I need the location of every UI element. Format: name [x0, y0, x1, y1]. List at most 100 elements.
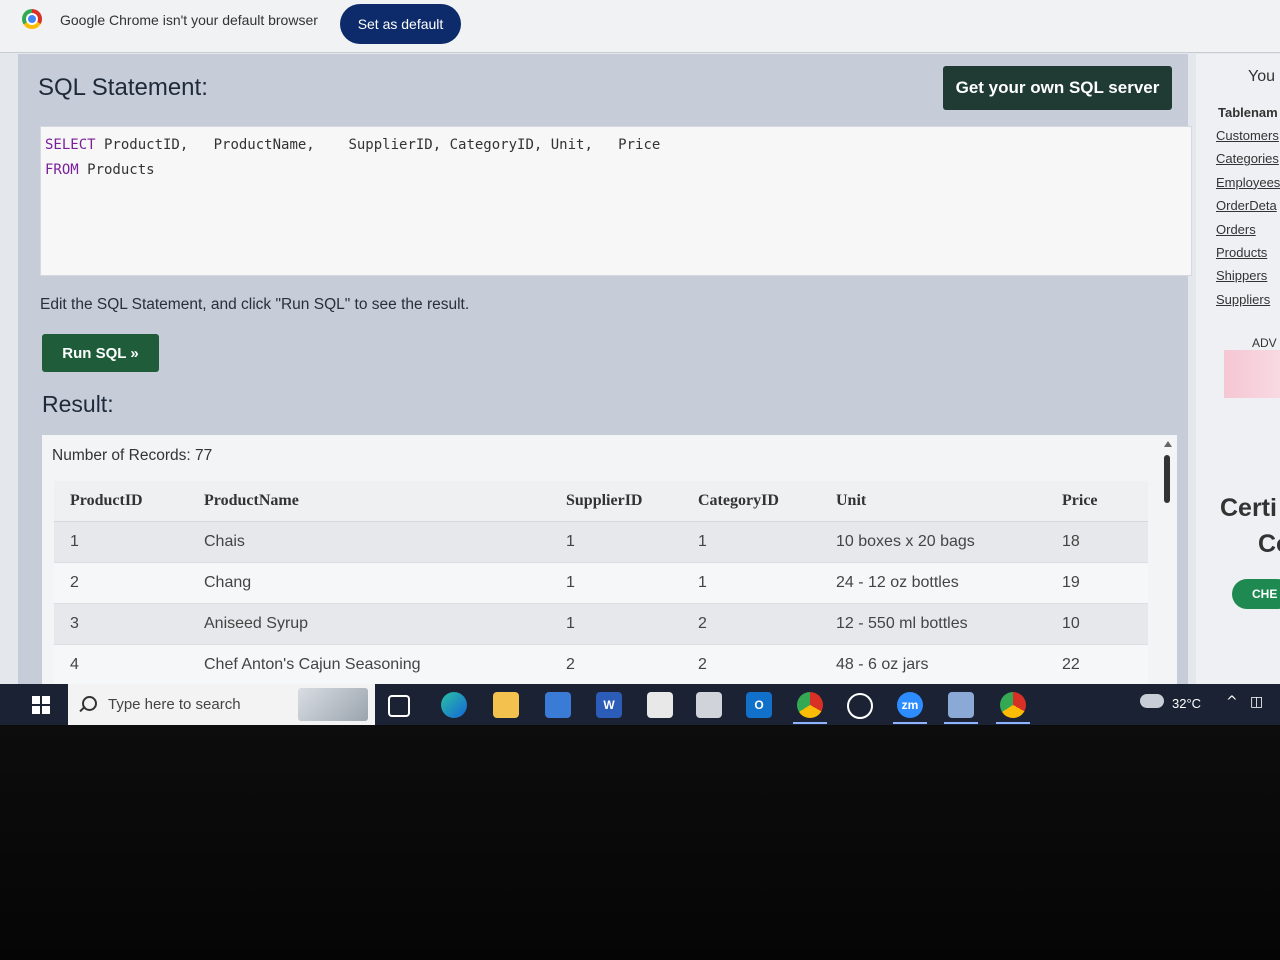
run-sql-button[interactable]: Run SQL »	[42, 334, 159, 372]
cell-productname: Aniseed Syrup	[188, 603, 550, 645]
cell-unit: 10 boxes x 20 bags	[820, 521, 1046, 563]
cell-supplierid: 1	[550, 562, 682, 604]
sql-keyword-select: SELECT	[45, 137, 96, 153]
search-icon	[82, 696, 97, 711]
cell-price: 22	[1046, 644, 1148, 686]
table-header-row: ProductID ProductName SupplierID Categor…	[54, 481, 1148, 522]
search-placeholder: Type here to search	[108, 696, 241, 713]
running-app-indicator	[893, 722, 927, 724]
check-button[interactable]: CHE	[1232, 579, 1280, 609]
zoom-icon[interactable]: zm	[897, 692, 923, 718]
cell-categoryid: 2	[682, 644, 820, 686]
cell-price: 18	[1046, 521, 1148, 563]
table-row: 1 Chais 1 1 10 boxes x 20 bags 18	[54, 521, 1148, 563]
column-header-supplierid: SupplierID	[550, 481, 682, 522]
cell-productid: 2	[54, 562, 188, 604]
cell-categoryid: 1	[682, 521, 820, 563]
table-link-categories[interactable]: Categories	[1216, 151, 1279, 166]
certificate-subheading: Co	[1258, 530, 1280, 558]
windows-taskbar: Type here to search W O zm 32°C ^ ◫	[0, 684, 1280, 725]
sql-line-2: Products	[78, 162, 155, 178]
cell-supplierid: 2	[550, 644, 682, 686]
column-header-productname: ProductName	[188, 481, 550, 522]
record-count: Number of Records: 77	[52, 447, 213, 464]
column-header-unit: Unit	[820, 481, 1046, 522]
table-row: 2 Chang 1 1 24 - 12 oz bottles 19	[54, 562, 1148, 604]
table-row: 4 Chef Anton's Cajun Seasoning 2 2 48 - …	[54, 644, 1148, 686]
main-panel: SQL Statement: Get your own SQL server S…	[18, 54, 1192, 695]
tablenames-label: Tablenam	[1218, 105, 1278, 120]
cell-unit: 48 - 6 oz jars	[820, 644, 1046, 686]
sidebar-heading: You	[1248, 68, 1275, 85]
cell-price: 19	[1046, 562, 1148, 604]
table-link-products[interactable]: Products	[1216, 245, 1267, 260]
tables-list: Customers Categories Employees OrderDeta…	[1216, 128, 1280, 315]
cell-productname: Chef Anton's Cajun Seasoning	[188, 644, 550, 686]
search-highlight-image	[298, 688, 368, 721]
table-row: 3 Aniseed Syrup 1 2 12 - 550 ml bottles …	[54, 603, 1148, 645]
sql-line-1: ProductID, ProductName, SupplierID, Cate…	[95, 137, 661, 153]
running-app-indicator	[996, 722, 1030, 724]
cell-supplierid: 1	[550, 521, 682, 563]
advertisement-label: ADV	[1252, 336, 1277, 350]
result-title: Result:	[42, 391, 114, 417]
chrome-logo-icon	[22, 9, 42, 29]
table-link-shippers[interactable]: Shippers	[1216, 268, 1267, 283]
chrome-default-browser-infobar: Google Chrome isn't your default browser…	[0, 0, 1280, 53]
cell-productid: 1	[54, 521, 188, 563]
column-header-price: Price	[1046, 481, 1148, 522]
chrome-alt-icon[interactable]	[1000, 692, 1026, 718]
result-scrollbar[interactable]	[1162, 441, 1172, 681]
temperature[interactable]: 32°C	[1172, 696, 1201, 711]
table-link-orderdetails[interactable]: OrderDeta	[1216, 198, 1277, 213]
scrollbar-thumb[interactable]	[1164, 455, 1170, 503]
tray-network-icon[interactable]: ◫	[1250, 694, 1263, 710]
result-table: ProductID ProductName SupplierID Categor…	[54, 481, 1148, 686]
laptop-bezel	[0, 725, 1280, 960]
cell-productid: 4	[54, 644, 188, 686]
right-sidebar: You Tablenam Customers Categories Employ…	[1196, 54, 1280, 684]
weather-cloud-icon[interactable]	[1140, 694, 1164, 708]
table-link-orders[interactable]: Orders	[1216, 222, 1256, 237]
result-panel: Number of Records: 77 ProductID ProductN…	[42, 435, 1177, 695]
certificate-heading: Certi	[1220, 494, 1277, 522]
table-link-suppliers[interactable]: Suppliers	[1216, 292, 1270, 307]
chrome-icon[interactable]	[797, 692, 823, 718]
get-own-sql-server-button[interactable]: Get your own SQL server	[943, 66, 1172, 110]
store-icon[interactable]	[647, 692, 673, 718]
whatsapp-icon[interactable]	[847, 693, 873, 719]
file-explorer-icon[interactable]	[493, 692, 519, 718]
cell-categoryid: 1	[682, 562, 820, 604]
cell-productid: 3	[54, 603, 188, 645]
camera-icon[interactable]	[696, 692, 722, 718]
sql-keyword-from: FROM	[45, 162, 79, 178]
column-header-productid: ProductID	[54, 481, 188, 522]
column-header-categoryid: CategoryID	[682, 481, 820, 522]
edit-hint-text: Edit the SQL Statement, and click "Run S…	[40, 296, 470, 313]
running-app-indicator	[944, 722, 978, 724]
cell-productname: Chais	[188, 521, 550, 563]
table-link-customers[interactable]: Customers	[1216, 128, 1279, 143]
screen: Google Chrome isn't your default browser…	[0, 0, 1280, 725]
tray-chevron-up-icon[interactable]: ^	[1226, 694, 1238, 710]
mail-icon[interactable]	[545, 692, 571, 718]
sql-editor[interactable]: SELECT ProductID, ProductName, SupplierI…	[40, 126, 1192, 276]
cell-categoryid: 2	[682, 603, 820, 645]
infobar-message: Google Chrome isn't your default browser	[60, 12, 318, 28]
sql-statement-title: SQL Statement:	[38, 74, 208, 101]
set-as-default-button[interactable]: Set as default	[340, 4, 461, 44]
outlook-icon[interactable]: O	[746, 692, 772, 718]
cell-price: 10	[1046, 603, 1148, 645]
table-link-employees[interactable]: Employees	[1216, 175, 1280, 190]
active-app-indicator	[793, 722, 827, 724]
task-view-icon[interactable]	[388, 695, 410, 717]
windows-start-icon[interactable]	[32, 696, 50, 714]
word-icon[interactable]: W	[596, 692, 622, 718]
cell-productname: Chang	[188, 562, 550, 604]
cell-unit: 24 - 12 oz bottles	[820, 562, 1046, 604]
advertisement-banner[interactable]	[1224, 350, 1280, 398]
taskbar-search-box[interactable]: Type here to search	[68, 684, 375, 725]
network-app-icon[interactable]	[948, 692, 974, 718]
cell-supplierid: 1	[550, 603, 682, 645]
edge-icon[interactable]	[441, 692, 467, 718]
